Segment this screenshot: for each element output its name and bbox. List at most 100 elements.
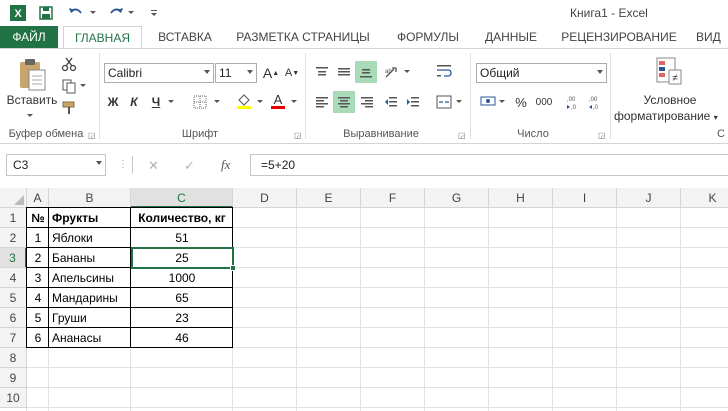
fill-handle[interactable] bbox=[230, 265, 236, 271]
column-header-j[interactable]: J bbox=[617, 188, 681, 208]
copy-dropdown-icon[interactable] bbox=[78, 81, 88, 91]
row-header-8[interactable]: 8 bbox=[0, 348, 27, 368]
tab-review[interactable]: РЕЦЕНЗИРОВАНИЕ bbox=[556, 26, 682, 49]
enter-entry-icon[interactable]: ✓ bbox=[184, 158, 195, 174]
decrease-decimal-icon[interactable]: ,00,0 bbox=[587, 92, 607, 112]
group-separator bbox=[470, 53, 471, 139]
currency-dropdown-icon[interactable] bbox=[498, 97, 506, 107]
align-right-icon[interactable] bbox=[357, 93, 377, 111]
underline-button[interactable]: Ч bbox=[147, 93, 165, 111]
tab-page-layout[interactable]: РАЗМЕТКА СТРАНИЦЫ bbox=[228, 26, 378, 49]
align-middle-icon[interactable] bbox=[334, 63, 354, 81]
currency-format-icon[interactable] bbox=[478, 91, 498, 111]
row-header-9[interactable]: 9 bbox=[0, 368, 27, 388]
number-format-select[interactable]: Общий bbox=[476, 63, 607, 83]
row-header-7[interactable]: 7 bbox=[0, 328, 27, 348]
number-launcher-icon[interactable]: ◲ bbox=[598, 131, 606, 140]
align-left-icon[interactable] bbox=[312, 93, 332, 111]
borders-icon[interactable] bbox=[190, 93, 210, 111]
cut-icon[interactable] bbox=[60, 55, 78, 73]
redo-icon[interactable] bbox=[106, 3, 126, 23]
align-bottom-icon[interactable] bbox=[355, 61, 377, 83]
chevron-down-icon bbox=[204, 70, 210, 74]
increase-indent-icon[interactable] bbox=[403, 93, 423, 111]
wrap-text-icon[interactable] bbox=[434, 61, 454, 81]
row-header-1[interactable]: 1 bbox=[0, 208, 27, 228]
font-name-select[interactable]: Calibri bbox=[104, 63, 214, 83]
name-box[interactable]: C3 bbox=[6, 154, 106, 176]
row-header-5[interactable]: 5 bbox=[0, 288, 27, 308]
gridline bbox=[616, 208, 617, 411]
format-painter-icon[interactable] bbox=[60, 99, 78, 117]
merge-dropdown-icon[interactable] bbox=[454, 97, 464, 107]
column-header-g[interactable]: G bbox=[425, 188, 489, 208]
shrink-font-button[interactable]: A ▼ bbox=[283, 64, 301, 82]
fill-color-dropdown-icon[interactable] bbox=[255, 97, 265, 107]
insert-function-icon[interactable]: fx bbox=[221, 157, 230, 173]
column-header-k[interactable]: K bbox=[681, 188, 728, 208]
column-header-d[interactable]: D bbox=[233, 188, 297, 208]
select-all-corner[interactable] bbox=[0, 188, 27, 208]
font-size-select[interactable]: 11 bbox=[215, 63, 257, 83]
customize-icon[interactable] bbox=[144, 3, 164, 23]
tab-home[interactable]: ГЛАВНАЯ bbox=[63, 26, 142, 50]
comma-style-button[interactable]: 000 bbox=[533, 93, 555, 111]
paste-label[interactable]: Вставить bbox=[4, 93, 60, 107]
column-header-a[interactable]: A bbox=[27, 188, 49, 208]
clipboard-launcher-icon[interactable]: ◲ bbox=[88, 131, 96, 140]
svg-text:≠: ≠ bbox=[672, 73, 678, 84]
font-launcher-icon[interactable]: ◲ bbox=[294, 131, 302, 140]
column-header-f[interactable]: F bbox=[361, 188, 425, 208]
italic-button[interactable]: К bbox=[125, 93, 143, 111]
fill-color-icon[interactable] bbox=[234, 91, 254, 111]
paste-icon[interactable] bbox=[14, 57, 50, 93]
align-top-icon[interactable] bbox=[312, 63, 332, 81]
redo-dropdown-icon[interactable] bbox=[126, 3, 136, 23]
conditional-formatting-icon[interactable]: ≠ bbox=[654, 55, 684, 87]
formula-input[interactable]: =5+20 bbox=[250, 154, 728, 176]
row-header-3[interactable]: 3 bbox=[0, 248, 27, 268]
row-header-6[interactable]: 6 bbox=[0, 308, 27, 328]
gridline bbox=[680, 208, 681, 411]
bold-button[interactable]: Ж bbox=[104, 93, 122, 111]
row-header-4[interactable]: 4 bbox=[0, 268, 27, 288]
conditional-formatting-line2[interactable]: форматирование ▾ bbox=[614, 109, 728, 123]
tab-insert[interactable]: ВСТАВКА bbox=[150, 26, 220, 49]
excel-logo-icon[interactable]: X bbox=[8, 3, 28, 23]
tab-data[interactable]: ДАННЫЕ bbox=[478, 26, 544, 49]
undo-icon[interactable] bbox=[66, 3, 86, 23]
row-header-10[interactable]: 10 bbox=[0, 388, 27, 408]
align-center-icon[interactable] bbox=[333, 91, 355, 113]
save-icon[interactable] bbox=[36, 3, 56, 23]
font-color-dropdown-icon[interactable] bbox=[289, 97, 299, 107]
orientation-dropdown-icon[interactable] bbox=[402, 67, 412, 77]
worksheet-grid[interactable]: A B C D E F G H I J K 1 2 3 4 5 6 7 8 9 10 № Фрукты Количество,… bbox=[0, 188, 728, 411]
table-cell-border bbox=[26, 307, 49, 328]
decrease-indent-icon[interactable] bbox=[381, 93, 401, 111]
underline-dropdown-icon[interactable] bbox=[166, 97, 176, 107]
undo-dropdown-icon[interactable] bbox=[88, 3, 98, 23]
font-color-icon[interactable]: A bbox=[268, 91, 288, 111]
grow-font-button[interactable]: A ▲ bbox=[262, 64, 280, 82]
copy-icon[interactable] bbox=[60, 77, 78, 95]
column-header-e[interactable]: E bbox=[297, 188, 361, 208]
increase-decimal-icon[interactable]: ,00,0 bbox=[565, 92, 585, 112]
conditional-formatting-line1[interactable]: Условное bbox=[630, 93, 710, 107]
cancel-entry-icon[interactable]: ✕ bbox=[148, 158, 159, 174]
tab-file[interactable]: ФАЙЛ bbox=[0, 26, 58, 49]
column-header-b[interactable]: B bbox=[49, 188, 131, 208]
percent-button[interactable]: % bbox=[512, 93, 530, 111]
column-header-h[interactable]: H bbox=[489, 188, 553, 208]
tab-view[interactable]: ВИД bbox=[696, 26, 728, 49]
alignment-launcher-icon[interactable]: ◲ bbox=[458, 131, 466, 140]
paste-dropdown-icon[interactable] bbox=[24, 111, 36, 121]
column-header-c[interactable]: C bbox=[131, 188, 233, 208]
row-header-2[interactable]: 2 bbox=[0, 228, 27, 248]
orientation-icon[interactable]: ab bbox=[382, 63, 402, 81]
merge-center-icon[interactable] bbox=[434, 93, 454, 111]
borders-dropdown-icon[interactable] bbox=[212, 97, 222, 107]
ribbon: Вставить Буфер обмена ◲ Calibri 11 A ▲ A ▼… bbox=[0, 48, 728, 144]
tab-formulas[interactable]: ФОРМУЛЫ bbox=[388, 26, 468, 49]
column-header-i[interactable]: I bbox=[553, 188, 617, 208]
table-cell-border bbox=[48, 207, 131, 228]
